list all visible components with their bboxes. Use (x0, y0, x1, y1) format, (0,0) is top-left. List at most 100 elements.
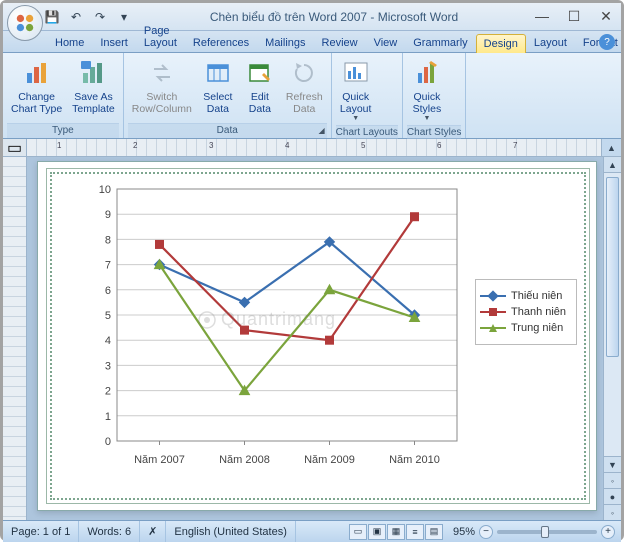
minimize-button[interactable]: — (533, 8, 551, 25)
chart-legend: Thiếu niên Thanh niên Trung niên (475, 279, 577, 345)
page: 012345678910Năm 2007Năm 2008Năm 2009Năm … (37, 161, 597, 511)
group-chart-layouts: Quick Layout▼ Chart Layouts (332, 53, 403, 138)
vertical-scrollbar[interactable]: ▲ ▼ ◦ ● ◦ (603, 157, 621, 520)
group-label-type: Type (7, 123, 119, 138)
select-data-button[interactable]: Select Data (198, 55, 238, 117)
scrollbar-thumb[interactable] (606, 177, 619, 357)
status-bar: Page: 1 of 1 Words: 6 ✗ English (United … (3, 520, 621, 542)
edit-data-button[interactable]: Edit Data (240, 55, 280, 117)
edit-data-icon (244, 57, 276, 89)
svg-text:6: 6 (105, 285, 111, 297)
view-full-screen-icon[interactable]: ▣ (368, 524, 386, 540)
ruler-tick: 7 (513, 141, 517, 150)
zoom-value[interactable]: 95% (453, 526, 475, 538)
ribbon-tabs: Home Insert Page Layout References Maili… (3, 31, 621, 53)
ruler-tick: 6 (437, 141, 441, 150)
ruler-tick: 4 (285, 141, 289, 150)
group-label-styles: Chart Styles (407, 125, 461, 140)
window-controls: — ☐ ✕ (533, 8, 615, 25)
tab-layout[interactable]: Layout (526, 33, 575, 52)
svg-text:0: 0 (105, 436, 111, 448)
tab-design[interactable]: Design (476, 34, 526, 53)
svg-text:Năm 2010: Năm 2010 (389, 454, 440, 466)
ruler-tick: 2 (133, 141, 137, 150)
help-button[interactable]: ? (599, 34, 615, 50)
tab-grammarly[interactable]: Grammarly (405, 33, 475, 52)
legend-label: Thiếu niên (511, 290, 562, 302)
window-title: Chèn biểu đồ trên Word 2007 - Microsoft … (135, 10, 533, 24)
quick-layout-icon (340, 57, 372, 89)
save-template-icon (77, 57, 109, 89)
quick-styles-button[interactable]: Quick Styles▼ (407, 55, 447, 125)
redo-icon[interactable]: ↷ (89, 7, 111, 27)
legend-item: Thiếu niên (480, 290, 572, 302)
save-icon[interactable]: 💾 (41, 7, 63, 27)
save-as-template-button[interactable]: Save As Template (68, 55, 119, 117)
switch-row-column-button: Switch Row/Column (128, 55, 196, 117)
document-area[interactable]: 012345678910Năm 2007Năm 2008Năm 2009Năm … (27, 157, 603, 520)
browse-object-icon[interactable]: ● (604, 488, 621, 504)
legend-label: Thanh niên (511, 306, 566, 318)
tab-review[interactable]: Review (314, 33, 366, 52)
next-page-icon[interactable]: ◦ (604, 504, 621, 520)
ruler-horizontal[interactable]: ▭ 1234567 ▲ (3, 139, 621, 157)
tab-page-layout[interactable]: Page Layout (136, 21, 185, 52)
office-logo-icon (14, 12, 36, 34)
ribbon: Change Chart Type Save As Template Type … (3, 53, 621, 139)
view-web-icon[interactable]: ▦ (387, 524, 405, 540)
svg-text:Năm 2009: Năm 2009 (304, 454, 355, 466)
close-button[interactable]: ✕ (597, 8, 615, 25)
svg-text:7: 7 (105, 260, 111, 272)
undo-icon[interactable]: ↶ (65, 7, 87, 27)
title-bar: 💾 ↶ ↷ ▾ Chèn biểu đồ trên Word 2007 - Mi… (3, 3, 621, 31)
status-words[interactable]: Words: 6 (79, 521, 140, 542)
tab-view[interactable]: View (366, 33, 406, 52)
status-page[interactable]: Page: 1 of 1 (3, 521, 79, 542)
ruler-tick: 5 (361, 141, 365, 150)
svg-text:9: 9 (105, 209, 111, 221)
status-proofing-icon[interactable]: ✗ (140, 521, 166, 542)
change-chart-type-button[interactable]: Change Chart Type (7, 55, 66, 117)
view-outline-icon[interactable]: ≡ (406, 524, 424, 540)
view-print-layout-icon[interactable]: ▭ (349, 524, 367, 540)
tab-mailings[interactable]: Mailings (257, 33, 313, 52)
legend-item: Thanh niên (480, 306, 572, 318)
prev-page-icon[interactable]: ◦ (604, 472, 621, 488)
workspace: 012345678910Năm 2007Năm 2008Năm 2009Năm … (3, 157, 621, 520)
refresh-icon (288, 57, 320, 89)
chart-plot: 012345678910Năm 2007Năm 2008Năm 2009Năm … (89, 183, 465, 471)
zoom-slider[interactable] (497, 530, 597, 534)
refresh-data-button: Refresh Data (282, 55, 327, 117)
qat-more-icon[interactable]: ▾ (113, 7, 135, 27)
legend-item: Trung niên (480, 322, 572, 334)
data-launcher-icon[interactable]: ◢ (319, 126, 325, 135)
svg-text:10: 10 (99, 184, 111, 196)
chart-object[interactable]: 012345678910Năm 2007Năm 2008Năm 2009Năm … (46, 168, 590, 504)
maximize-button[interactable]: ☐ (565, 8, 583, 25)
group-label-layouts: Chart Layouts (336, 125, 398, 140)
tab-home[interactable]: Home (47, 33, 92, 52)
svg-text:3: 3 (105, 360, 111, 372)
group-type: Change Chart Type Save As Template Type (3, 53, 124, 138)
quick-styles-icon (411, 57, 443, 89)
group-label-data: Data◢ (128, 123, 327, 138)
switch-icon (146, 57, 178, 89)
office-button[interactable] (7, 5, 43, 41)
scroll-up-button[interactable]: ▲ (601, 139, 621, 156)
zoom-in-button[interactable]: + (601, 525, 615, 539)
tab-references[interactable]: References (185, 33, 257, 52)
status-language[interactable]: English (United States) (166, 521, 296, 542)
select-data-icon (202, 57, 234, 89)
scroll-up-icon[interactable]: ▲ (604, 157, 621, 173)
ruler-toggle-icon[interactable]: ▭ (3, 139, 27, 156)
ruler-vertical[interactable] (3, 157, 27, 520)
tab-insert[interactable]: Insert (92, 33, 136, 52)
view-draft-icon[interactable]: ▤ (425, 524, 443, 540)
ruler-tick: 1 (57, 141, 61, 150)
legend-label: Trung niên (511, 322, 563, 334)
zoom-out-button[interactable]: − (479, 525, 493, 539)
quick-layout-button[interactable]: Quick Layout▼ (336, 55, 376, 125)
scroll-down-icon[interactable]: ▼ (604, 456, 621, 472)
svg-text:8: 8 (105, 234, 111, 246)
svg-text:5: 5 (105, 310, 111, 322)
